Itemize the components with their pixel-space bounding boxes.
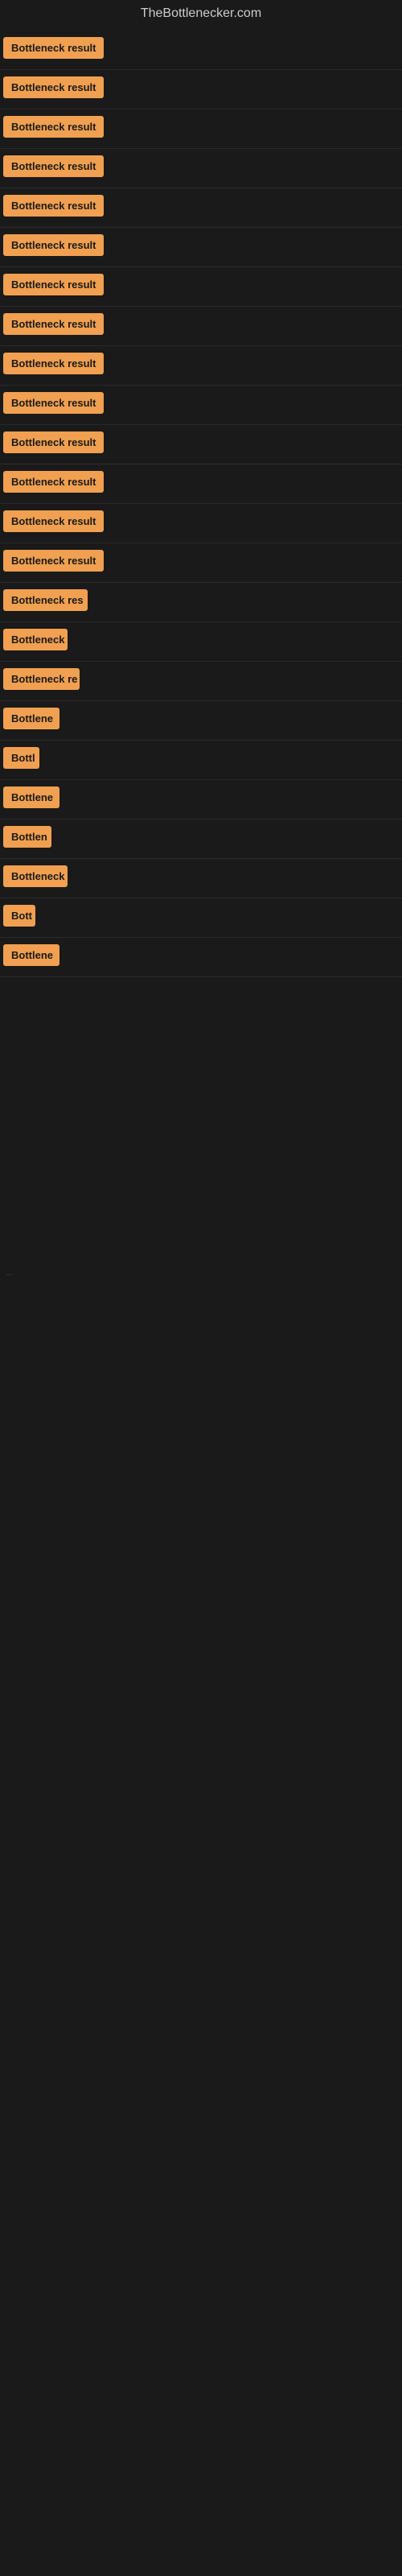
list-item: Bott xyxy=(0,898,402,938)
bottleneck-result-badge[interactable]: Bott xyxy=(3,905,35,927)
list-item: Bottleneck result xyxy=(0,425,402,464)
site-title: TheBottlenecker.com xyxy=(0,0,402,31)
bottleneck-result-badge[interactable]: Bottleneck xyxy=(3,865,68,887)
list-item: Bottleneck result xyxy=(0,307,402,346)
list-item: Bottlen xyxy=(0,819,402,859)
list-item: Bottleneck result xyxy=(0,504,402,543)
bottleneck-result-badge[interactable]: Bottleneck result xyxy=(3,353,104,374)
list-item: Bottl xyxy=(0,741,402,780)
bottleneck-result-badge[interactable]: Bottlen xyxy=(3,826,51,848)
list-item: Bottleneck res xyxy=(0,583,402,622)
list-item: Bottleneck result xyxy=(0,346,402,386)
bottleneck-result-badge[interactable]: Bottleneck result xyxy=(3,431,104,453)
bottleneck-result-badge[interactable]: Bottleneck result xyxy=(3,195,104,217)
list-item: Bottleneck result xyxy=(0,543,402,583)
list-item: Bottleneck xyxy=(0,859,402,898)
bottleneck-result-badge[interactable]: Bottleneck res xyxy=(3,589,88,611)
list-item: Bottleneck result xyxy=(0,386,402,425)
list-item: Bottleneck xyxy=(0,622,402,662)
list-item: Bottleneck result xyxy=(0,149,402,188)
bottleneck-result-badge[interactable]: Bottlene xyxy=(3,786,59,808)
list-item: Bottleneck result xyxy=(0,188,402,228)
bottleneck-result-badge[interactable]: Bottleneck re xyxy=(3,668,80,690)
bottleneck-result-badge[interactable]: Bottleneck result xyxy=(3,313,104,335)
list-item: Bottlene xyxy=(0,780,402,819)
bottleneck-result-badge[interactable]: Bottleneck result xyxy=(3,510,104,532)
list-item: Bottleneck result xyxy=(0,70,402,109)
bottleneck-result-badge[interactable]: Bottleneck result xyxy=(3,76,104,98)
list-item: Bottlene xyxy=(0,701,402,741)
list-item: Bottleneck result xyxy=(0,464,402,504)
bottleneck-result-badge[interactable]: Bottlene xyxy=(3,708,59,729)
bottleneck-result-badge[interactable]: Bottleneck result xyxy=(3,471,104,493)
list-item: Bottlene xyxy=(0,938,402,977)
list-item: Bottleneck result xyxy=(0,31,402,70)
bottleneck-result-badge[interactable]: Bottl xyxy=(3,747,39,769)
bottleneck-result-badge[interactable]: Bottlene xyxy=(3,944,59,966)
list-item: Bottleneck result xyxy=(0,109,402,149)
list-item: Bottleneck result xyxy=(0,267,402,307)
bottleneck-result-badge[interactable]: Bottleneck result xyxy=(3,37,104,59)
bottleneck-result-badge[interactable]: Bottleneck result xyxy=(3,116,104,138)
spacer-area: ... xyxy=(0,977,402,1299)
bottleneck-result-badge[interactable]: Bottleneck result xyxy=(3,274,104,295)
bottleneck-result-badge[interactable]: Bottleneck result xyxy=(3,155,104,177)
bottleneck-result-badge[interactable]: Bottleneck result xyxy=(3,392,104,414)
bottleneck-result-badge[interactable]: Bottleneck result xyxy=(3,550,104,572)
footer-text: ... xyxy=(3,1265,399,1280)
list-item: Bottleneck re xyxy=(0,662,402,701)
bottleneck-result-badge[interactable]: Bottleneck xyxy=(3,629,68,650)
list-item: Bottleneck result xyxy=(0,228,402,267)
bottleneck-result-badge[interactable]: Bottleneck result xyxy=(3,234,104,256)
